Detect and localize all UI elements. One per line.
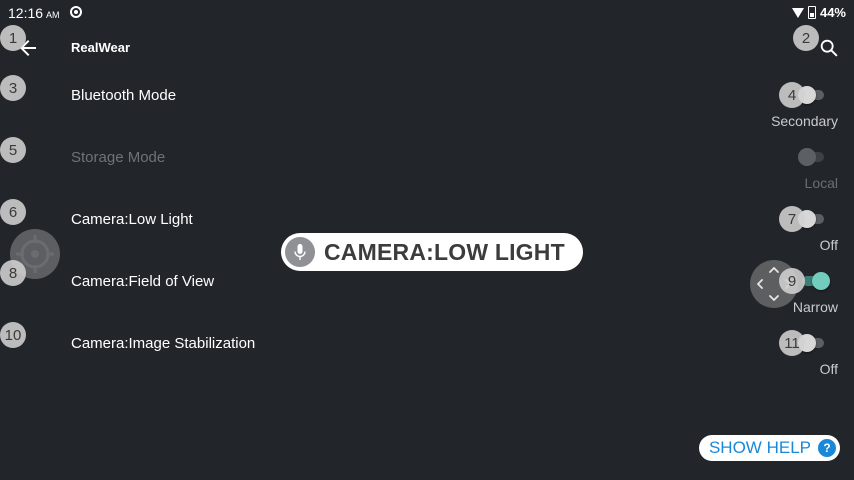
microphone-icon bbox=[285, 237, 315, 267]
setting-label: Camera:Field of View bbox=[71, 273, 215, 290]
help-icon: ? bbox=[818, 439, 836, 457]
status-time-value: 12:16 bbox=[8, 5, 44, 21]
voice-badge: 6 bbox=[0, 199, 26, 225]
setting-row-bluetooth-mode[interactable]: Bluetooth Mode Secondary bbox=[0, 72, 854, 134]
voice-badge: 5 bbox=[0, 137, 26, 163]
status-indicators: 44% bbox=[791, 5, 846, 20]
voice-badge: 11 bbox=[779, 330, 805, 356]
setting-label: Camera:Image Stabilization bbox=[71, 335, 256, 352]
battery-level: 44% bbox=[819, 5, 846, 20]
setting-value: Local bbox=[804, 175, 838, 191]
wifi-icon bbox=[791, 7, 804, 18]
voice-badge: 9 bbox=[779, 268, 805, 294]
page-title: RealWear bbox=[71, 40, 131, 55]
setting-row-storage-mode: Storage Mode Local bbox=[0, 134, 854, 196]
setting-value: Off bbox=[819, 237, 838, 253]
status-bar: 12:16 AM 44% bbox=[0, 0, 854, 24]
setting-label: Camera:Low Light bbox=[71, 211, 193, 228]
setting-label: Bluetooth Mode bbox=[71, 87, 177, 104]
setting-value: Narrow bbox=[792, 299, 838, 315]
voice-badge: 4 bbox=[779, 82, 805, 108]
battery-icon bbox=[807, 6, 816, 19]
voice-command-pill: CAMERA:LOW LIGHT bbox=[281, 233, 583, 271]
setting-value: Secondary bbox=[771, 113, 838, 129]
voice-badge: 2 bbox=[793, 25, 819, 51]
voice-badge: 1 bbox=[0, 25, 26, 51]
setting-value: Off bbox=[819, 361, 838, 377]
setting-row-camera-image-stabilization[interactable]: Camera:Image Stabilization Off bbox=[0, 320, 854, 382]
notification-icon bbox=[70, 6, 82, 18]
storage-mode-toggle bbox=[798, 148, 826, 166]
setting-label: Storage Mode bbox=[71, 149, 166, 166]
voice-command-text: CAMERA:LOW LIGHT bbox=[324, 238, 565, 265]
voice-badge: 3 bbox=[0, 75, 26, 101]
app-bar: RealWear bbox=[0, 24, 854, 72]
voice-badge: 8 bbox=[0, 260, 26, 286]
show-help-label: SHOW HELP bbox=[708, 438, 811, 457]
search-icon[interactable] bbox=[818, 37, 840, 59]
voice-badge: 7 bbox=[779, 206, 805, 232]
show-help-button[interactable]: SHOW HELP ? bbox=[698, 435, 840, 461]
status-time: 12:16 AM bbox=[8, 5, 60, 21]
status-ampm: AM bbox=[46, 10, 60, 20]
voice-badge: 10 bbox=[0, 322, 26, 348]
